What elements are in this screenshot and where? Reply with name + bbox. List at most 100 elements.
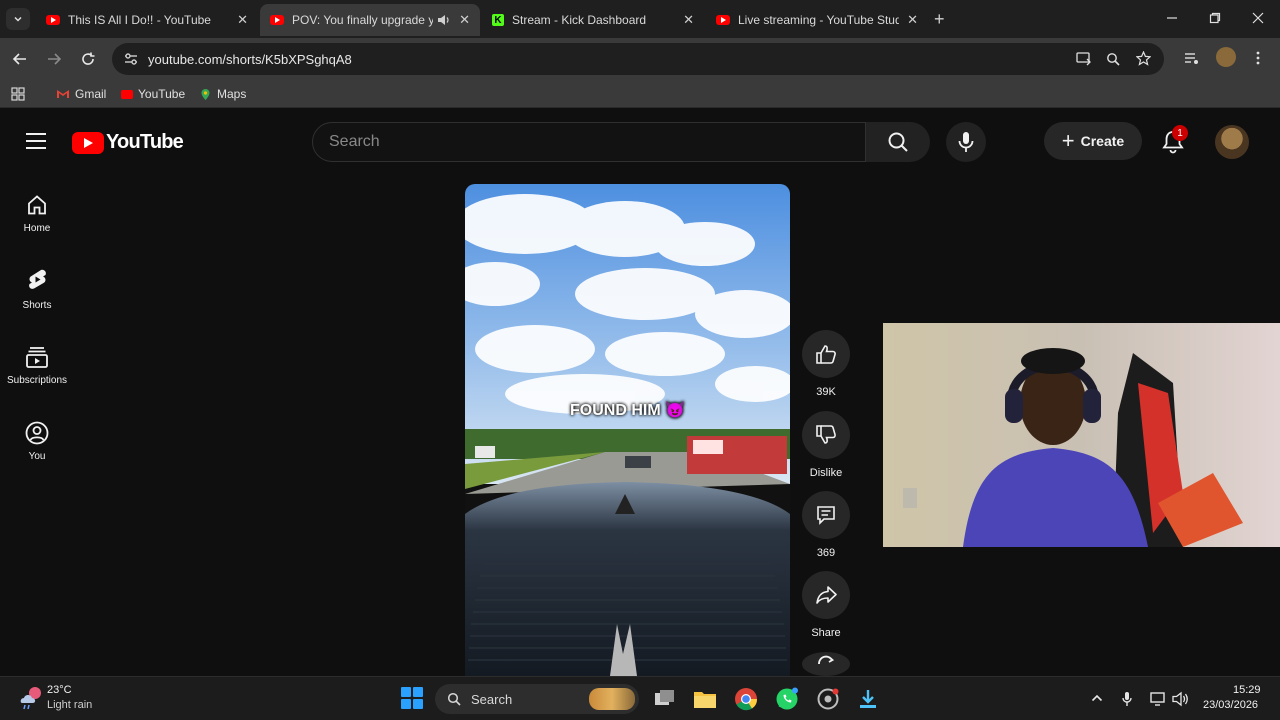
address-bar[interactable]: youtube.com/shorts/K5bXPSghqA8: [112, 43, 1164, 75]
webcam-overlay: [883, 323, 1280, 547]
clock-time[interactable]: 15:29: [1233, 684, 1261, 696]
share-action: Share: [802, 571, 850, 639]
bookmark-youtube[interactable]: YouTube: [121, 87, 185, 101]
guide-label: Home: [23, 222, 51, 234]
reload-icon[interactable]: [80, 51, 96, 67]
taskbar-search[interactable]: Search: [435, 684, 639, 714]
close-icon[interactable]: ✕: [459, 12, 470, 28]
remix-button[interactable]: [802, 652, 850, 676]
like-count: 39K: [816, 386, 836, 398]
dislike-button[interactable]: [802, 411, 850, 459]
media-controls-icon[interactable]: [1184, 52, 1199, 65]
browser-tab[interactable]: K Stream - Kick Dashboard ✕: [482, 4, 704, 36]
network-icon[interactable]: [1150, 691, 1168, 707]
close-icon[interactable]: ✕: [907, 12, 918, 28]
browser-tab[interactable]: Live streaming - YouTube Studio ✕: [706, 4, 928, 36]
download-app-icon[interactable]: [855, 686, 881, 712]
chrome-icon[interactable]: [733, 686, 759, 712]
like-button[interactable]: [802, 330, 850, 378]
youtube-wordmark: YouTube: [106, 131, 184, 153]
search-icon: [447, 692, 461, 706]
plus-icon: +: [1061, 128, 1075, 153]
close-window-icon[interactable]: [1252, 12, 1264, 24]
bookmark-label: Gmail: [75, 87, 107, 101]
dislike-label: Dislike: [809, 467, 843, 479]
weather-widget[interactable]: [18, 685, 44, 711]
site-info-icon[interactable]: [124, 53, 138, 65]
speaker-icon[interactable]: [437, 14, 451, 26]
bookmark-gmail[interactable]: Gmail: [56, 87, 106, 101]
remix-icon: [818, 655, 835, 665]
notification-badge: 1: [1172, 125, 1188, 141]
rain-cloud-icon: [20, 687, 41, 710]
volume-icon[interactable]: [1172, 691, 1190, 707]
zoom-icon[interactable]: [1106, 52, 1120, 66]
close-icon[interactable]: ✕: [683, 12, 694, 28]
bookmark-maps[interactable]: Maps: [199, 87, 246, 101]
bookmark-star-icon[interactable]: [1136, 51, 1151, 66]
taskbar-search-label: Search: [471, 691, 513, 707]
tab-title: This IS All I Do!! - YouTube: [68, 13, 211, 27]
tab-title: Stream - Kick Dashboard: [512, 13, 647, 27]
account-avatar[interactable]: [1215, 125, 1249, 159]
forward-icon[interactable]: [46, 51, 62, 67]
restore-icon[interactable]: [1209, 12, 1221, 24]
voice-search-button[interactable]: [946, 122, 986, 162]
bookmark-label: Maps: [217, 87, 247, 101]
browser-toolbar: youtube.com/shorts/K5bXPSghqA8: [0, 38, 1280, 80]
like-action: 39K: [802, 330, 850, 398]
create-label: Create: [1080, 133, 1125, 149]
guide-label: Subscriptions: [6, 374, 68, 386]
youtube-logo[interactable]: YouTube: [72, 131, 184, 154]
profile-avatar[interactable]: [1216, 47, 1236, 67]
windows-start-icon[interactable]: [401, 687, 423, 709]
recording-app-icon[interactable]: [815, 686, 841, 712]
guide-item-shorts[interactable]: Shorts: [0, 259, 74, 319]
gmail-icon: [57, 90, 69, 98]
clock-date[interactable]: 23/03/2026: [1203, 699, 1258, 711]
search-button[interactable]: [866, 122, 930, 162]
guide-item-you[interactable]: You: [0, 411, 74, 471]
guide-item-subscriptions[interactable]: Subscriptions: [0, 335, 74, 395]
apps-grid-icon[interactable]: [11, 87, 25, 101]
youtube-icon: [121, 89, 133, 99]
dislike-action: Dislike: [802, 411, 850, 479]
weather-description: Light rain: [47, 699, 93, 711]
minimize-icon[interactable]: [1166, 12, 1178, 24]
shorts-video-player[interactable]: FOUND HIM 😈: [465, 184, 790, 676]
tab-title: POV: You finally upgrade yo: [292, 13, 434, 27]
video-caption: FOUND HIM 😈: [569, 402, 686, 419]
microphone-tray-icon[interactable]: [1122, 691, 1132, 707]
search-highlight-image: [589, 688, 635, 710]
bookmark-label: YouTube: [138, 87, 186, 101]
guide-item-home[interactable]: Home: [0, 183, 74, 243]
thumbs-up-icon: [816, 345, 836, 364]
share-button[interactable]: [802, 571, 850, 619]
install-app-icon[interactable]: [1076, 52, 1092, 66]
back-icon[interactable]: [12, 51, 28, 67]
create-button[interactable]: + Create: [1044, 122, 1142, 160]
streamer-webcam-feed: [883, 323, 1280, 547]
youtube-icon: [46, 15, 60, 25]
chevron-up-icon[interactable]: [1091, 693, 1103, 703]
task-view-icon[interactable]: [652, 686, 678, 712]
more-vert-icon[interactable]: [1256, 51, 1260, 65]
notifications-button[interactable]: 1: [1158, 125, 1188, 157]
video-frame: [465, 184, 790, 676]
browser-tab-active[interactable]: POV: You finally upgrade yo ✕: [260, 4, 480, 36]
thumbs-down-icon: [816, 425, 836, 444]
whatsapp-icon[interactable]: [774, 686, 800, 712]
weather-temperature: 23°C: [47, 684, 72, 696]
close-icon[interactable]: ✕: [237, 12, 248, 28]
file-explorer-icon[interactable]: [692, 686, 718, 712]
tab-search-button[interactable]: [6, 8, 30, 30]
search-input[interactable]: [313, 123, 865, 161]
share-label: Share: [811, 627, 841, 639]
browser-tab[interactable]: This IS All I Do!! - YouTube ✕: [36, 4, 258, 36]
new-tab-button[interactable]: +: [934, 9, 945, 30]
chevron-down-icon: [14, 16, 22, 22]
shorts-icon: [29, 269, 46, 289]
comments-button[interactable]: [802, 491, 850, 539]
menu-icon[interactable]: [26, 133, 46, 154]
search-box: [312, 122, 866, 162]
